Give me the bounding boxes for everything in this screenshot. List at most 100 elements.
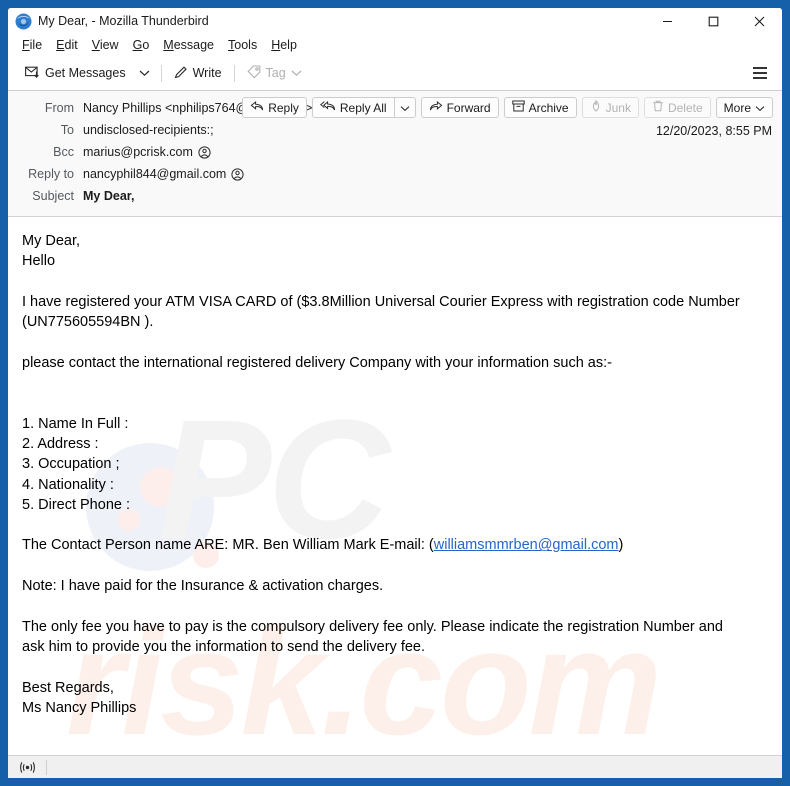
body-line: ask him to provide you the information t… bbox=[22, 638, 425, 655]
menu-message[interactable]: Message bbox=[156, 36, 221, 54]
get-messages-button[interactable]: Get Messages bbox=[18, 62, 133, 85]
more-button[interactable]: More bbox=[715, 97, 773, 118]
window-title: My Dear, - Mozilla Thunderbird bbox=[38, 14, 209, 28]
get-messages-label: Get Messages bbox=[45, 66, 126, 80]
header-label-from: From bbox=[44, 101, 74, 115]
menu-file[interactable]: File bbox=[15, 36, 49, 54]
forward-label: Forward bbox=[446, 100, 491, 115]
chevron-down-icon bbox=[291, 66, 302, 80]
menu-help[interactable]: Help bbox=[264, 36, 304, 54]
write-label: Write bbox=[192, 66, 222, 80]
header-label-reply-to: Reply to bbox=[28, 167, 74, 181]
message-header: From Nancy Phillips <nphilips764@gmail.c… bbox=[8, 91, 782, 217]
tag-icon bbox=[246, 64, 261, 82]
contact-email-link[interactable]: williamsmmrben@gmail.com bbox=[434, 537, 619, 553]
body-line: Best Regards, bbox=[22, 679, 114, 696]
body-line: My Dear, bbox=[22, 233, 81, 249]
tag-button[interactable]: Tag bbox=[240, 62, 309, 85]
header-row-subject: Subject My Dear, bbox=[18, 186, 772, 206]
header-row-reply-to: Reply to nancyphil844@gmail.com bbox=[18, 164, 772, 184]
archive-label: Archive bbox=[528, 100, 569, 115]
chevron-down-icon bbox=[755, 101, 765, 115]
write-button[interactable]: Write bbox=[167, 62, 229, 85]
menu-edit[interactable]: Edit bbox=[49, 36, 85, 54]
main-toolbar: Get Messages Write Tag bbox=[8, 56, 782, 91]
reply-all-arrow-icon bbox=[319, 100, 336, 115]
reply-all-button[interactable]: Reply All bbox=[311, 97, 394, 118]
hamburger-menu-icon[interactable] bbox=[746, 63, 774, 83]
body-blank-line bbox=[22, 272, 768, 292]
menu-view[interactable]: View bbox=[85, 36, 126, 54]
archive-button[interactable]: Archive bbox=[503, 97, 577, 118]
menu-go[interactable]: Go bbox=[126, 36, 157, 54]
thunderbird-window: My Dear, - Mozilla Thunderbird File Edit… bbox=[8, 8, 782, 778]
menu-bar: File Edit View Go Message Tools Help bbox=[8, 34, 782, 56]
delete-label: Delete bbox=[667, 100, 703, 115]
chevron-down-icon bbox=[400, 101, 410, 115]
reply-label: Reply bbox=[268, 100, 299, 115]
maximize-button[interactable] bbox=[690, 8, 736, 34]
header-value-reply-to: nancyphil844@gmail.com bbox=[83, 167, 227, 181]
menu-tools[interactable]: Tools bbox=[221, 36, 264, 54]
body-blank-line bbox=[22, 373, 768, 393]
body-line: Ms Nancy Phillips bbox=[22, 699, 137, 716]
broadcast-signal-icon[interactable] bbox=[15, 761, 40, 774]
body-blank-line bbox=[22, 515, 768, 535]
forward-arrow-icon bbox=[429, 100, 443, 115]
reply-all-dropdown[interactable] bbox=[393, 97, 416, 118]
reply-button[interactable]: Reply bbox=[242, 97, 307, 118]
close-button[interactable] bbox=[736, 8, 782, 34]
body-blank-line bbox=[22, 556, 768, 576]
message-action-buttons: Reply Reply All Forward Archive Junk Del… bbox=[237, 97, 773, 118]
status-bar bbox=[8, 755, 782, 778]
message-body: PC risk.com My Dear, Hello I have regist… bbox=[8, 217, 782, 755]
tag-label: Tag bbox=[265, 66, 286, 80]
flame-icon bbox=[590, 99, 602, 115]
body-line: please contact the international registe… bbox=[22, 354, 612, 371]
header-value-to: undisclosed-recipients:; bbox=[83, 123, 214, 137]
more-label: More bbox=[723, 100, 751, 115]
body-line: 4. Nationality : bbox=[22, 476, 114, 493]
header-label-subject: Subject bbox=[32, 189, 74, 203]
body-blank-line bbox=[22, 332, 768, 352]
junk-label: Junk bbox=[605, 100, 631, 115]
delete-button[interactable]: Delete bbox=[643, 97, 711, 118]
body-line: 3. Occupation ; bbox=[22, 456, 120, 473]
chevron-down-icon bbox=[139, 64, 150, 82]
message-body-text: My Dear, Hello I have registered your AT… bbox=[22, 231, 768, 718]
body-line: (UN775605594BN ). bbox=[22, 314, 154, 331]
body-blank-line bbox=[22, 657, 768, 677]
pencil-icon bbox=[174, 65, 188, 82]
title-bar: My Dear, - Mozilla Thunderbird bbox=[8, 8, 782, 34]
reply-all-label: Reply All bbox=[339, 100, 387, 115]
body-blank-line bbox=[22, 393, 768, 413]
body-line: Hello bbox=[22, 253, 56, 270]
body-line: I have registered your ATM VISA CARD of … bbox=[22, 293, 740, 310]
archive-box-icon bbox=[511, 100, 525, 115]
reply-arrow-icon bbox=[250, 100, 264, 115]
junk-button[interactable]: Junk bbox=[581, 97, 639, 118]
header-label-bcc: Bcc bbox=[53, 145, 74, 159]
body-line: 5. Direct Phone : bbox=[22, 496, 130, 513]
add-contact-icon[interactable] bbox=[198, 145, 211, 159]
contact-line-prefix: The Contact Person name ARE: MR. Ben Wil… bbox=[22, 537, 434, 554]
body-blank-line bbox=[22, 596, 768, 616]
toolbar-separator-1 bbox=[160, 64, 162, 82]
contact-line-suffix: ) bbox=[618, 537, 624, 554]
status-separator bbox=[46, 759, 47, 775]
get-messages-dropdown[interactable] bbox=[133, 61, 156, 85]
header-row-bcc: Bcc marius@pcrisk.com bbox=[18, 142, 772, 162]
header-value-subject: My Dear, bbox=[83, 189, 135, 203]
header-label-to: To bbox=[60, 123, 74, 137]
message-date: 12/20/2023, 8:55 PM bbox=[655, 124, 772, 138]
toolbar-separator-2 bbox=[233, 64, 235, 82]
envelope-download-icon bbox=[25, 65, 40, 82]
minimize-button[interactable] bbox=[644, 8, 690, 34]
header-value-bcc: marius@pcrisk.com bbox=[83, 145, 193, 159]
forward-button[interactable]: Forward bbox=[420, 97, 499, 118]
body-line: Note: I have paid for the Insurance & ac… bbox=[22, 578, 384, 595]
trash-can-icon bbox=[652, 100, 664, 115]
body-line: The only fee you have to pay is the comp… bbox=[22, 618, 723, 635]
add-contact-icon[interactable] bbox=[231, 167, 244, 181]
thunderbird-logo-icon bbox=[15, 13, 32, 30]
